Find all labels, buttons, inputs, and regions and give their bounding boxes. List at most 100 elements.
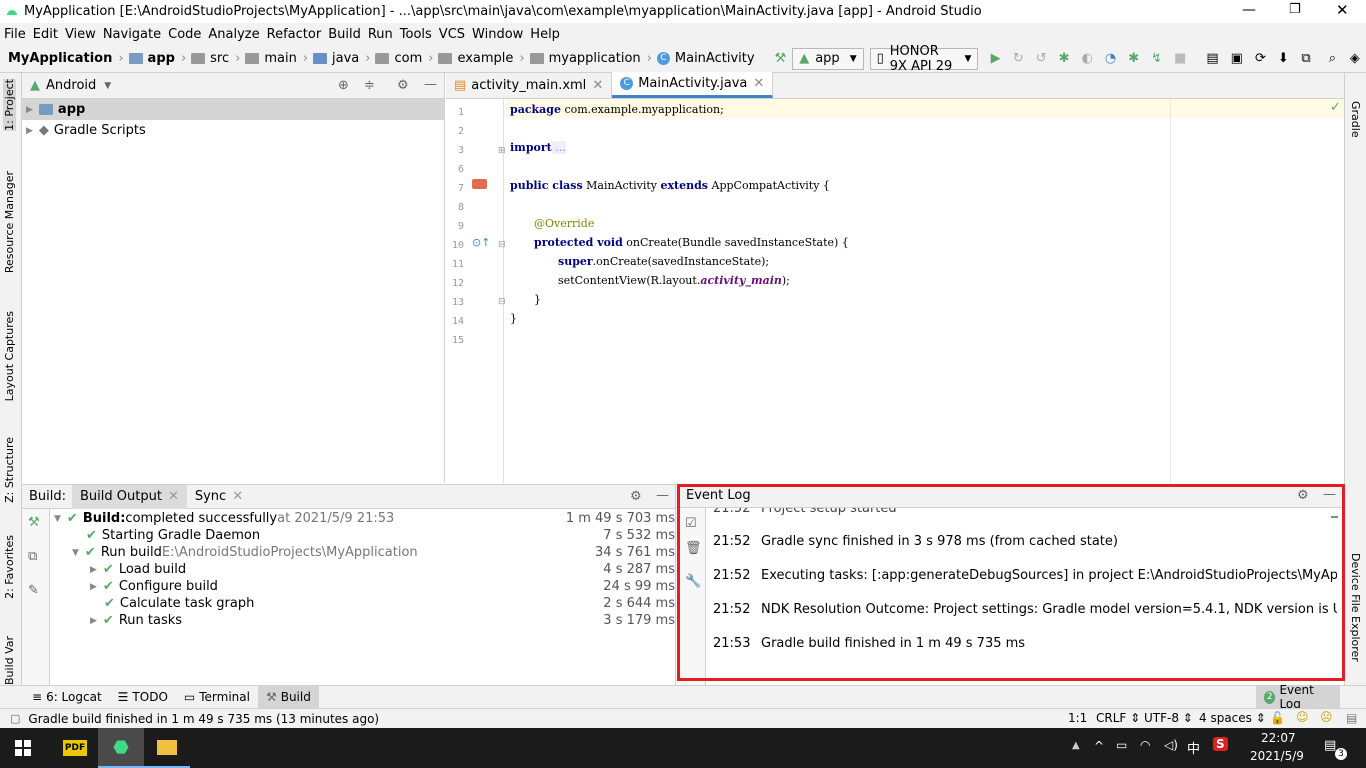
close-icon[interactable]: ✕ [753,76,764,91]
sogou-input-icon[interactable]: S [1213,737,1228,751]
run-icon[interactable]: ▶ [990,51,1001,67]
build-row[interactable]: ✔ Calculate task graph 2 s 644 ms [50,595,675,612]
tab-sync[interactable]: Sync ✕ [187,485,251,509]
memory-icon[interactable]: ▤ [1346,711,1357,725]
file-explorer-button[interactable] [144,728,190,768]
breadcrumb-project[interactable]: MyApplication [8,51,112,66]
attach-icon[interactable]: ✱ [1128,51,1139,67]
rerun-icon[interactable]: ↯ [1151,51,1162,67]
hammer-icon[interactable]: ⚒ [775,51,787,67]
collapse-all-icon[interactable]: ≑ [364,78,375,93]
breadcrumb-java[interactable]: java [313,51,359,66]
encoding-select[interactable]: UTF-8 ⇕ [1144,711,1193,725]
build-row[interactable]: ▶ ✔ Run tasks 3 s 179 ms [50,612,675,629]
hide-icon[interactable]: — [424,77,437,92]
layout-inspector-icon[interactable]: ⧉ [1301,51,1311,67]
close-icon[interactable]: ✕ [592,78,603,93]
tool-tab-terminal[interactable]: ▭ Terminal [176,686,258,709]
expand-arrow-icon[interactable]: ▼ [72,548,79,558]
hide-icon[interactable]: — [656,488,669,503]
menu-view[interactable]: View [65,27,96,42]
locate-icon[interactable]: ⊕ [338,78,349,93]
line-separator-select[interactable]: CRLF ⇕ [1096,711,1140,725]
close-icon[interactable]: ✕ [232,489,243,504]
inspection-ok-icon[interactable]: ✓ [1330,100,1341,115]
project-view-select[interactable]: Android [46,78,96,93]
build-row[interactable]: ✔ Starting Gradle Daemon 7 s 532 ms [50,527,675,544]
tool-tab-build[interactable]: ⚒ Build [257,685,319,709]
volume-icon[interactable]: ◁) [1164,738,1178,752]
build-row[interactable]: ▶ ✔ Load build 4 s 287 ms [50,561,675,578]
breadcrumb-example[interactable]: example [438,51,513,66]
activity-gutter-icon[interactable] [472,179,487,189]
android-studio-taskbar-button[interactable]: ⬣ [98,728,144,768]
menu-run[interactable]: Run [368,27,393,42]
menu-navigate[interactable]: Navigate [103,27,161,42]
expand-arrow-icon[interactable]: ▶ [90,616,97,626]
build-row[interactable]: ▼ ✔ Run build E:\AndroidStudioProjects\MyA… [50,544,675,561]
sync-gradle-icon[interactable]: ⟳ [1255,51,1266,67]
tool-tab-resource-manager[interactable]: Resource Manager [3,171,16,273]
expand-arrow-icon[interactable]: ▶ [26,126,33,136]
tree-item-app[interactable]: ▶ app [22,99,444,120]
smile-icon[interactable]: ☺ [1296,710,1309,724]
breadcrumb-mainactivity[interactable]: C MainActivity [656,51,755,66]
close-icon[interactable]: ✕ [168,489,179,504]
clock-time[interactable]: 22:07 [1261,731,1296,745]
menu-analyze[interactable]: Analyze [208,27,259,42]
tool-tab-todo[interactable]: ☰ TODO [110,686,176,709]
lock-icon[interactable]: 🔓 [1270,711,1285,725]
menu-window[interactable]: Window [472,27,523,42]
pdf-app-button[interactable]: PDF [52,728,98,768]
stop-icon[interactable]: ■ [1174,51,1186,67]
tool-tab-build-variants[interactable]: Build Variants [3,635,16,685]
fold-icon[interactable]: ⊟ [498,297,506,307]
gear-icon[interactable]: ⚙ [630,489,642,504]
network-icon[interactable]: ◠ [1140,738,1150,752]
expand-arrow-icon[interactable]: ▶ [90,582,97,592]
apply-changes-icon[interactable]: ↻ [1013,51,1024,67]
expand-arrow-icon[interactable]: ▼ [54,514,61,524]
menu-file[interactable]: File [4,27,26,42]
menu-refactor[interactable]: Refactor [267,27,322,42]
menu-code[interactable]: Code [168,27,201,42]
tool-tab-event-log[interactable]: 2 Event Log [1256,683,1340,711]
menu-help[interactable]: Help [530,27,560,42]
profile-icon[interactable]: ◐ [1082,51,1093,67]
attach-debugger-icon[interactable]: ◔ [1105,51,1116,67]
folded-imports[interactable]: ... [551,141,566,154]
code-area[interactable]: package com.example.myapplication; impor… [506,99,1344,483]
status-toggle-icon[interactable]: ▢ [10,712,20,725]
tool-tab-project[interactable]: 1: Project [3,79,16,131]
frown-icon[interactable]: ☹ [1320,710,1333,724]
menu-build[interactable]: Build [328,27,361,42]
tool-tab-structure[interactable]: Z: Structure [3,437,16,503]
tab-build-output[interactable]: Build Output ✕ [72,484,187,509]
breadcrumb-src[interactable]: src [191,51,229,66]
pin-icon[interactable]: ✎ [28,583,39,598]
status-message[interactable]: Gradle build finished in 1 m 49 s 735 ms… [28,712,379,726]
fold-icon[interactable]: ⊟ [498,240,506,250]
breadcrumb-main[interactable]: main [245,51,297,66]
windows-start-button[interactable] [0,728,46,768]
tool-tab-favorites[interactable]: 2: Favorites [3,535,16,599]
minimize-button[interactable]: — [1242,2,1256,18]
debug-icon[interactable]: ✱ [1059,51,1070,67]
chevron-up-icon[interactable]: ▲ [1072,740,1080,751]
override-icon[interactable]: ⊙↑ [472,236,490,249]
chevron-down-icon[interactable]: ▼ [104,81,111,91]
menu-edit[interactable]: Edit [33,27,58,42]
apply-code-changes-icon[interactable]: ↺ [1036,51,1047,67]
sdk-manager-icon[interactable]: ⬇ [1278,51,1289,67]
breadcrumb-myapplication[interactable]: myapplication [529,51,641,66]
menu-vcs[interactable]: VCS [439,27,465,42]
device-select[interactable]: ▯ HONOR 9X API 29 ▼ [869,44,979,74]
fold-icon[interactable]: ⊞ [498,146,506,156]
search-icon[interactable]: ⌕ [1327,51,1337,67]
tree-item-gradle-scripts[interactable]: ▶ ◆ Gradle Scripts [22,120,444,141]
close-button[interactable]: ✕ [1336,1,1349,19]
tool-tab-gradle[interactable]: Gradle [1349,101,1362,138]
project-structure-icon[interactable]: ▤ [1206,51,1218,67]
tool-tab-logcat[interactable]: ≡ 6: Logcat [24,686,110,709]
expand-arrow-icon[interactable]: ▶ [26,105,33,115]
